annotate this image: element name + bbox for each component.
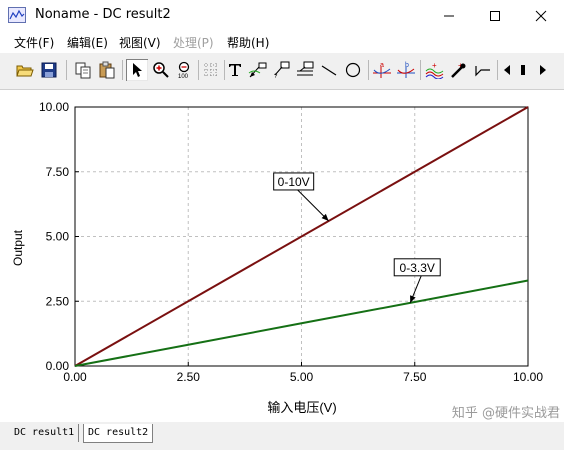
tab-dc-result2[interactable]: DC result2 <box>83 424 154 443</box>
menu-view[interactable]: 视图(V) <box>119 34 161 51</box>
save-icon <box>41 62 57 78</box>
pointer-icon <box>133 63 142 77</box>
save-button[interactable] <box>38 59 60 81</box>
cursor-a-button[interactable]: a <box>371 59 393 81</box>
x-tick-label: 7.50 <box>403 370 427 384</box>
cursor-b-icon: b <box>397 62 415 78</box>
scroll-right-icon <box>540 65 546 75</box>
open-button[interactable] <box>14 59 36 81</box>
annotation-label: 0-3.3V <box>400 261 435 275</box>
tab-dc-result1[interactable]: DC result1 <box>10 424 80 442</box>
paste-button[interactable] <box>96 59 118 81</box>
maximize-icon <box>490 10 500 21</box>
title-bar: Noname - DC result2 <box>0 0 564 31</box>
result-tabs: 知乎 @硬件实战君 DC result1 DC result2 <box>0 406 564 450</box>
circle-tool-icon <box>345 62 361 78</box>
scroll-left-button[interactable] <box>500 59 514 81</box>
wave-icon: + <box>425 61 444 79</box>
paste-icon <box>99 61 115 79</box>
toolbar-extra-button[interactable] <box>516 59 530 81</box>
copy-icon <box>75 62 91 79</box>
dc-result-chart: 0.00 2.50 5.00 7.50 10.000.002.505.007.5010.… <box>11 100 543 415</box>
x-tick-label: 10.00 <box>513 370 543 384</box>
toolbar-separator <box>368 60 369 80</box>
cursor-b-button[interactable]: b <box>395 59 417 81</box>
zoom-in-icon <box>153 62 169 78</box>
y-tick-label: 5.00 <box>46 230 70 244</box>
step-icon <box>475 66 490 77</box>
zoom-100-button[interactable]: 100 <box>174 59 196 81</box>
text-tool-button[interactable] <box>224 59 246 81</box>
copy-button[interactable] <box>72 59 94 81</box>
toolbar-separator <box>497 60 498 80</box>
toolbar-separator <box>66 60 67 80</box>
scroll-right-button[interactable] <box>536 59 550 81</box>
minimize-icon <box>444 15 454 16</box>
cursor-a-icon: a <box>373 62 391 78</box>
wave-button[interactable]: + <box>424 59 446 81</box>
maximize-button[interactable] <box>472 0 518 31</box>
y-axis-label: Output <box>11 229 25 266</box>
step-button[interactable] <box>472 59 494 81</box>
window-title: Noname - DC result2 <box>35 7 171 22</box>
line-tool-button[interactable] <box>318 59 340 81</box>
bar-icon <box>521 65 525 75</box>
menu-help[interactable]: 帮助(H) <box>227 34 269 51</box>
close-icon <box>535 10 547 21</box>
curve-label-icon: ? <box>274 61 290 79</box>
svg-text:100: 100 <box>178 74 189 79</box>
grid-icon <box>204 63 218 77</box>
axis-label-icon <box>297 61 314 76</box>
toolbar-separator <box>198 60 199 80</box>
minimize-button[interactable] <box>426 0 472 31</box>
text-tool-icon <box>229 64 241 76</box>
y-tick-label: 2.50 <box>46 294 70 308</box>
svg-text:+: + <box>432 61 437 70</box>
watermark: 知乎 @硬件实战君 <box>451 406 560 421</box>
x-tick-label: 2.50 <box>177 370 201 384</box>
pointer-tool-button[interactable] <box>126 59 148 81</box>
x-axis-label: 输入电压(V) <box>267 400 336 415</box>
circle-tool-button[interactable] <box>342 59 364 81</box>
arrow-annotation-icon <box>248 62 267 78</box>
close-button[interactable] <box>518 0 564 31</box>
y-tick-label: 0.00 <box>46 359 70 373</box>
toolbar: 100 ? a b + + <box>0 53 564 90</box>
pipette-button[interactable]: + <box>448 59 470 81</box>
toolbar-separator <box>420 60 421 80</box>
menu-bar: 文件(F) 编辑(E) 视图(V) 处理(P) 帮助(H) <box>0 31 564 53</box>
chart-area: 0.00 2.50 5.00 7.50 10.00 0.00 2.50 5.00 7.50 10.… <box>0 90 564 422</box>
menu-edit[interactable]: 编辑(E) <box>67 34 108 51</box>
zoom-in-button[interactable] <box>150 59 172 81</box>
grid-button[interactable] <box>200 59 222 81</box>
open-icon <box>16 65 34 77</box>
scroll-left-icon <box>504 65 510 75</box>
axis-label-button[interactable] <box>294 59 316 81</box>
y-tick-label: 7.50 <box>46 165 70 179</box>
y-tick-label: 10.00 <box>39 100 69 114</box>
annotation-label: 0-10V <box>278 175 310 189</box>
curve-label-button[interactable]: ? <box>270 59 292 81</box>
app-icon <box>8 7 26 23</box>
pipette-icon: + <box>451 61 466 78</box>
zoom-100-icon: 100 <box>178 61 190 79</box>
arrow-annotation-button[interactable] <box>247 59 269 81</box>
svg-text:?: ? <box>274 74 278 79</box>
line-tool-icon <box>321 65 337 76</box>
menu-process[interactable]: 处理(P) <box>173 34 214 51</box>
menu-file[interactable]: 文件(F) <box>14 34 54 51</box>
x-tick-label: 5.00 <box>290 370 314 384</box>
toolbar-separator <box>122 60 123 80</box>
